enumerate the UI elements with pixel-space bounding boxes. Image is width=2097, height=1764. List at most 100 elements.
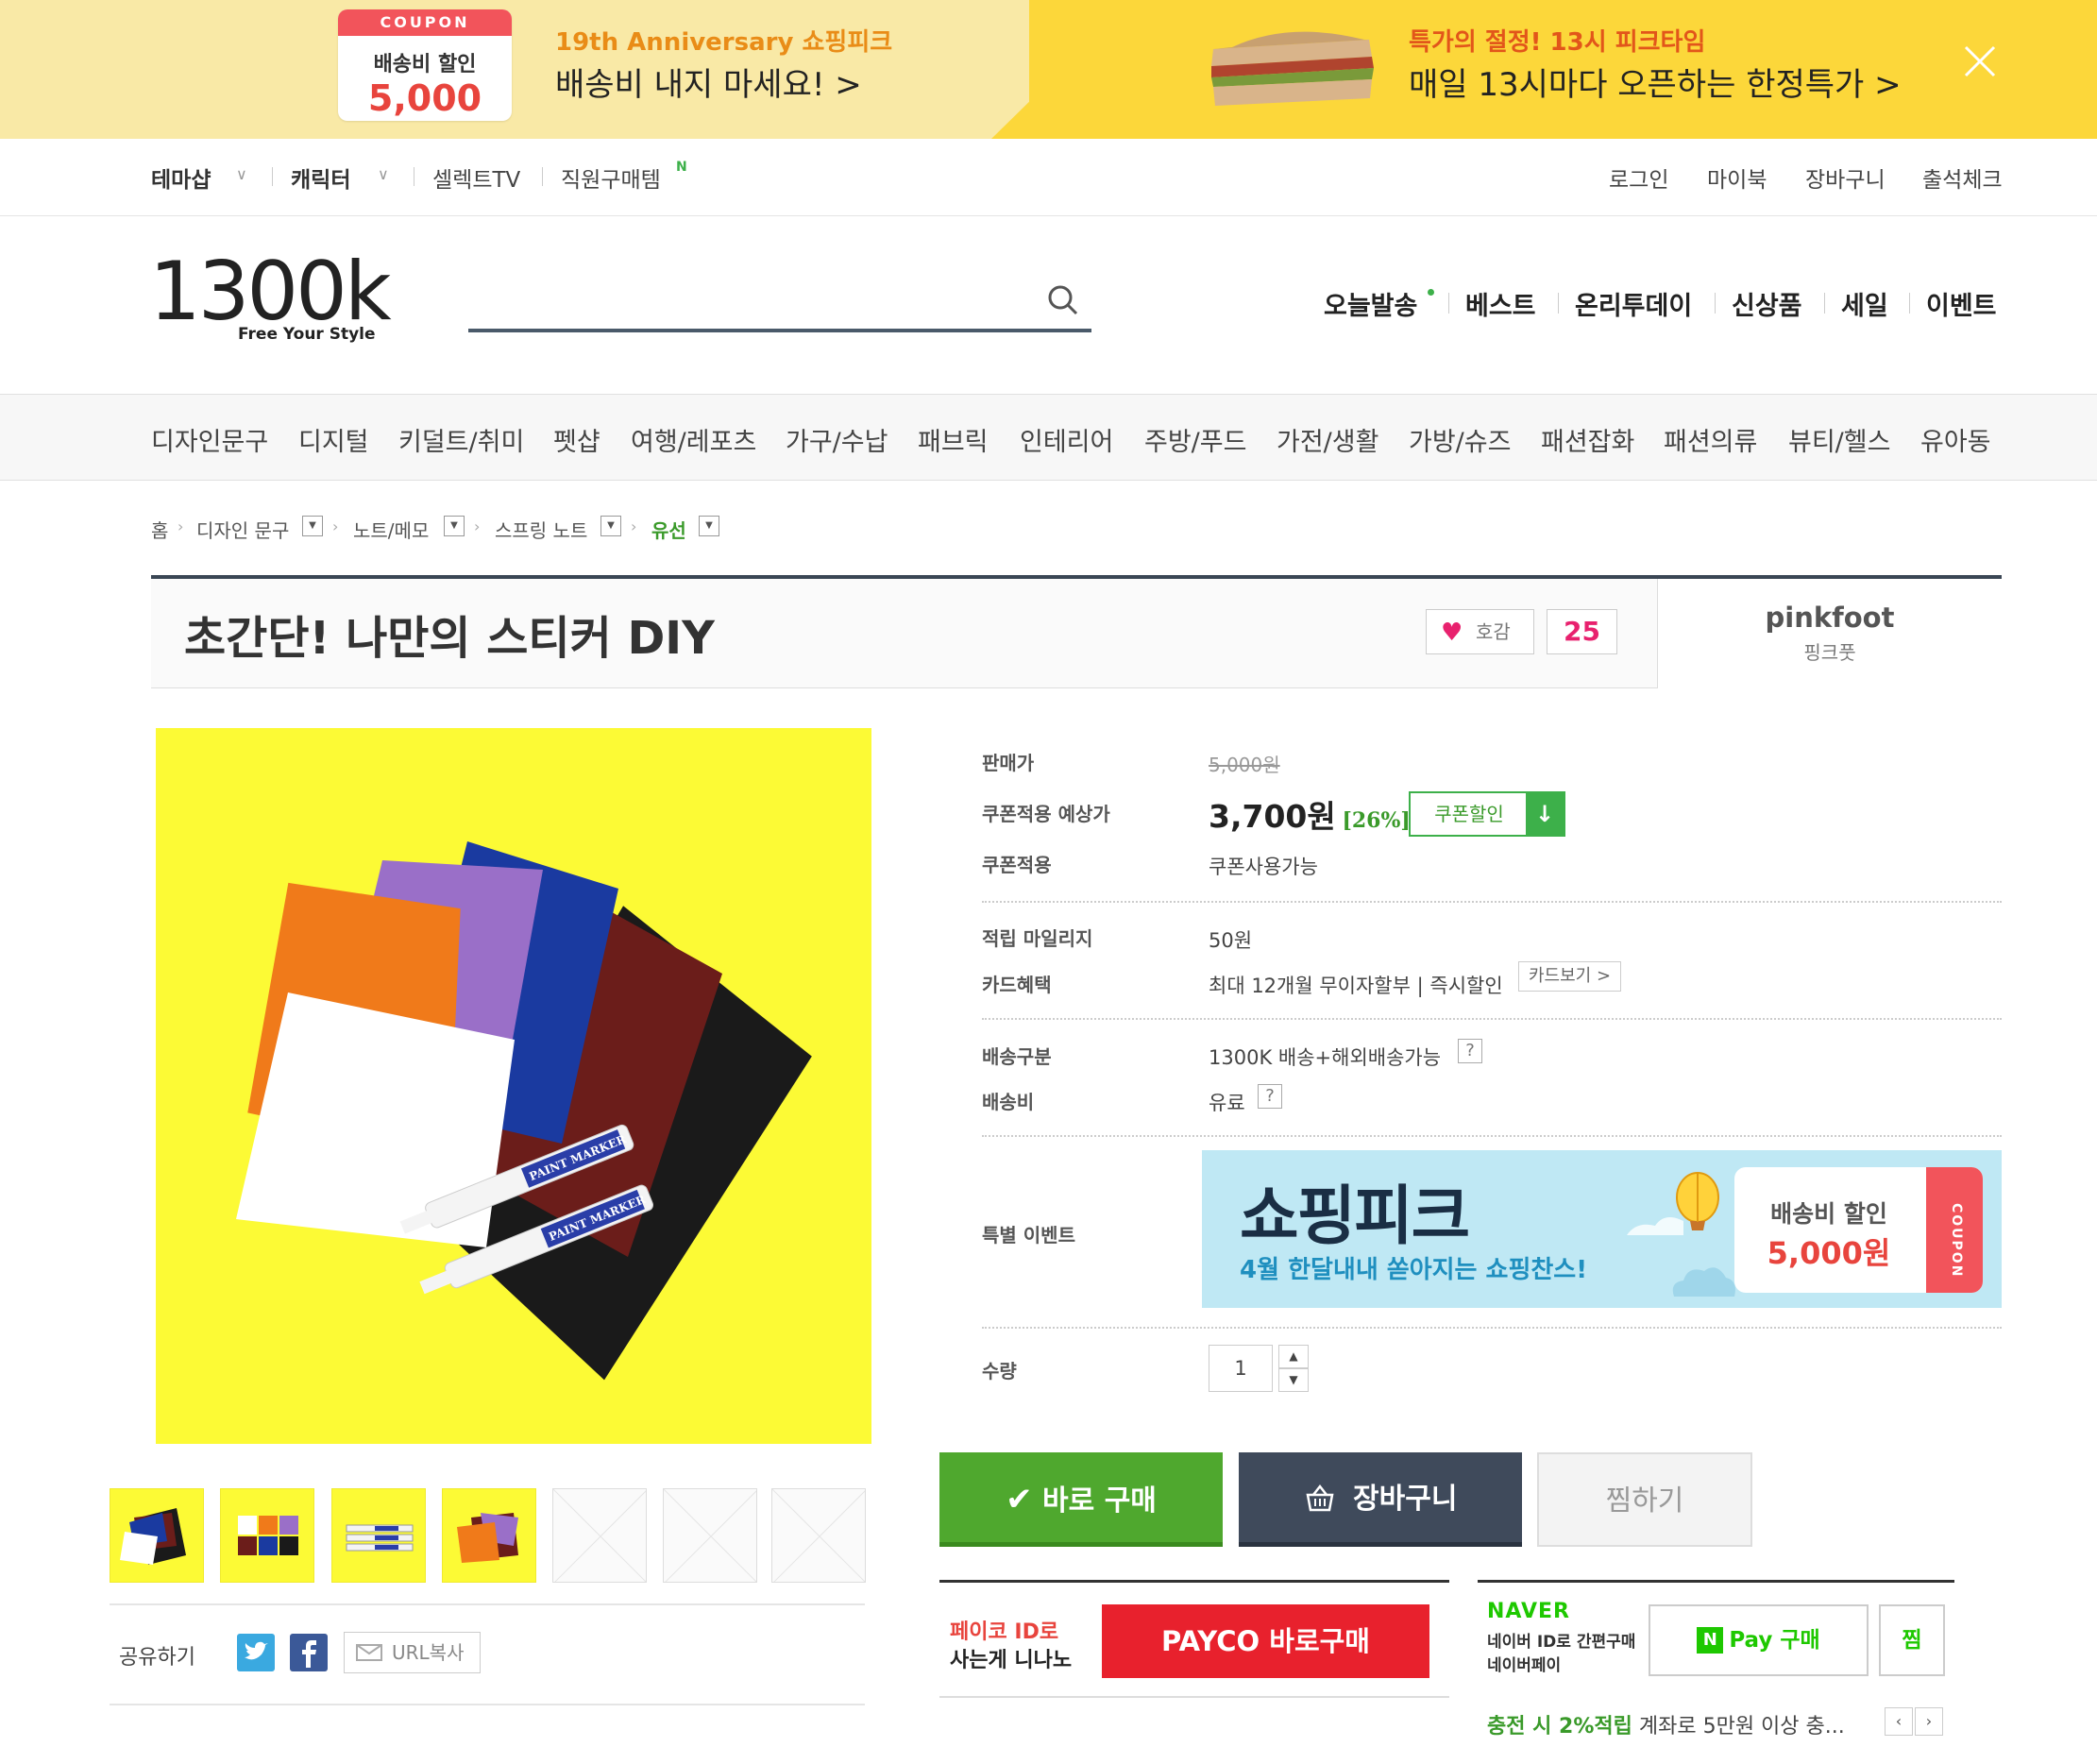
- help-icon[interactable]: ?: [1458, 1039, 1482, 1063]
- banner-left-sub: 19th Anniversary 쇼핑피크: [555, 28, 893, 57]
- quantity-down-icon[interactable]: ▼: [1278, 1368, 1309, 1392]
- search-bar: [468, 276, 1091, 332]
- naver-tagline-1: 네이버 ID로 간편구매: [1487, 1633, 1636, 1652]
- cat-fashion-wear[interactable]: 패션의류: [1664, 421, 1757, 458]
- event-subtitle: 4월 한달내내 쏟아지는 쇼핑찬스!: [1240, 1256, 1588, 1284]
- cat-petshop[interactable]: 펫샵: [553, 421, 600, 458]
- brand-name-en[interactable]: pinkfoot: [1658, 602, 2002, 634]
- nav-character[interactable]: 캐릭터: [291, 161, 350, 194]
- category-bar: 디자인문구 디지털 키덜트/취미 펫샵 여행/레포츠 가구/수납 패브릭 인테리…: [0, 394, 2097, 481]
- event-coupon-amount: 5,000원: [1767, 1235, 1891, 1271]
- wishlist-button[interactable]: 찜하기: [1537, 1452, 1752, 1547]
- divider: [1448, 293, 1449, 314]
- thumbnail-4[interactable]: [442, 1488, 536, 1583]
- chevron-right-icon: ›: [332, 517, 339, 535]
- like-label: 호감: [1476, 620, 1511, 643]
- chevron-down-icon[interactable]: ∨: [236, 165, 247, 183]
- nav-cart[interactable]: 장바구니: [1805, 161, 1886, 194]
- add-to-cart-button[interactable]: 장바구니: [1239, 1452, 1522, 1547]
- coupon-price: 3,700원: [1209, 798, 1336, 835]
- top-promo-banner[interactable]: COUPON 배송비 할인 5,000 19th Anniversary 쇼핑피…: [0, 0, 2097, 139]
- nav-theme-shop[interactable]: 테마샵: [151, 161, 211, 194]
- divider: [1478, 1580, 1954, 1583]
- card-view-button[interactable]: 카드보기 >: [1518, 961, 1622, 992]
- gnb-event[interactable]: 이벤트: [1926, 285, 1997, 322]
- twitter-icon[interactable]: [237, 1634, 275, 1671]
- coupon-download-button[interactable]: 쿠폰할인 ↓: [1409, 791, 1565, 837]
- utility-nav: 테마샵 ∨ 캐릭터 ∨ 셀렉트TV 직원구매템 N 로그인 마이북 장바구니 출…: [0, 139, 2097, 216]
- naver-pay-button[interactable]: N Pay 구매: [1649, 1604, 1869, 1676]
- cat-baby[interactable]: 유아동: [1920, 421, 1991, 458]
- nav-login[interactable]: 로그인: [1609, 161, 1668, 194]
- gnb-new[interactable]: 신상품: [1732, 285, 1802, 322]
- cat-fabric[interactable]: 패브릭: [918, 421, 989, 458]
- divider: [1824, 293, 1825, 314]
- chevron-down-icon[interactable]: ∨: [378, 165, 389, 183]
- naver-promo-text[interactable]: 충전 시 2%적립 계좌로 5만원 이상 충...: [1487, 1709, 1845, 1739]
- quantity-input[interactable]: [1209, 1345, 1273, 1392]
- divider: [982, 1018, 2002, 1020]
- cat-travel[interactable]: 여행/레포츠: [631, 421, 756, 458]
- coupon-title: 배송비 할인: [373, 53, 477, 76]
- cat-design-stationery[interactable]: 디자인문구: [151, 421, 268, 458]
- mileage-label: 적립 마일리지: [982, 927, 1093, 950]
- cat-digital[interactable]: 디지털: [298, 421, 369, 458]
- naver-promo-rest: 계좌로 5만원 이상 충...: [1632, 1715, 1845, 1739]
- coupon-apply-label: 쿠폰적용: [982, 854, 1052, 876]
- facebook-icon[interactable]: [290, 1634, 328, 1671]
- cat-bags[interactable]: 가방/슈즈: [1409, 421, 1511, 458]
- buy-now-button[interactable]: ✔ 바로 구매: [939, 1452, 1223, 1547]
- help-icon[interactable]: ?: [1258, 1084, 1282, 1109]
- banner-right-link[interactable]: 매일 13시마다 오픈하는 한정특가 >: [1409, 59, 1902, 105]
- sandwich-image: [1204, 11, 1378, 115]
- chevron-left-icon[interactable]: ‹: [1885, 1707, 1913, 1736]
- new-dot-icon: [1428, 289, 1434, 296]
- banner-left-link[interactable]: 배송비 내지 마세요! >: [555, 59, 862, 105]
- nav-attendance[interactable]: 출석체크: [1922, 161, 2003, 194]
- gnb-today-ship[interactable]: 오늘발송: [1324, 285, 1417, 322]
- nav-mybook[interactable]: 마이북: [1707, 161, 1767, 194]
- dropdown-arrow-icon[interactable]: ▼: [699, 516, 719, 536]
- coupon-head: COUPON: [338, 9, 512, 36]
- nav-select-tv[interactable]: 셀렉트TV: [432, 161, 520, 194]
- quantity-up-icon[interactable]: ▲: [1278, 1345, 1309, 1368]
- cat-furniture[interactable]: 가구/수납: [786, 421, 888, 458]
- product-main-image[interactable]: PAINT MARKER PAINT MARKER: [156, 728, 871, 1444]
- gnb-sale[interactable]: 세일: [1841, 285, 1888, 322]
- breadcrumb-level3[interactable]: 스프링 노트: [495, 516, 587, 543]
- cat-beauty[interactable]: 뷰티/헬스: [1788, 421, 1890, 458]
- thumbnail-empty: [552, 1488, 647, 1583]
- cat-interior[interactable]: 인테리어: [1020, 421, 1113, 458]
- url-copy-button[interactable]: URL복사: [344, 1632, 481, 1673]
- payco-buy-button[interactable]: PAYCO 바로구매: [1102, 1604, 1429, 1678]
- cat-appliance[interactable]: 가전/생활: [1277, 421, 1378, 458]
- breadcrumb-level2[interactable]: 노트/메모: [353, 516, 429, 543]
- naver-wish-button[interactable]: 찜: [1879, 1604, 1945, 1676]
- naver-pay-label: Pay 구매: [1729, 1628, 1820, 1653]
- thumbnail-2[interactable]: [220, 1488, 314, 1583]
- nav-staff-pick[interactable]: 직원구매템: [561, 161, 661, 194]
- chevron-right-icon[interactable]: ›: [1915, 1707, 1943, 1736]
- brand-box[interactable]: pinkfoot 핑크풋: [1657, 579, 2002, 688]
- breadcrumb-home[interactable]: 홈: [151, 516, 168, 543]
- thumbnail-1[interactable]: [110, 1488, 204, 1583]
- breadcrumb-level1[interactable]: 디자인 문구: [196, 516, 289, 543]
- search-input[interactable]: [468, 276, 1025, 325]
- dropdown-arrow-icon[interactable]: ▼: [600, 516, 621, 536]
- dropdown-arrow-icon[interactable]: ▼: [444, 516, 465, 536]
- cat-kidult[interactable]: 키덜트/취미: [398, 421, 524, 458]
- envelope-icon: [356, 1644, 382, 1661]
- thumbnail-3[interactable]: [331, 1488, 426, 1583]
- cat-kitchen[interactable]: 주방/푸드: [1144, 421, 1246, 458]
- site-logo[interactable]: 1300k: [149, 251, 392, 332]
- divider: [939, 1696, 1449, 1698]
- search-icon[interactable]: [1046, 283, 1080, 321]
- gnb-only-today[interactable]: 온리투데이: [1575, 285, 1692, 322]
- banner-close-icon[interactable]: [1956, 38, 2004, 85]
- breadcrumb-current[interactable]: 유선: [651, 516, 686, 543]
- shopping-peak-banner[interactable]: 쇼핑피크 4월 한달내내 쏟아지는 쇼핑찬스! 배송비 할인 5,000원 CO…: [1202, 1150, 2002, 1308]
- gnb-best[interactable]: 베스트: [1465, 285, 1536, 322]
- shipping-fee-label: 배송비: [982, 1091, 1035, 1113]
- cat-fashion-goods[interactable]: 패션잡화: [1541, 421, 1634, 458]
- dropdown-arrow-icon[interactable]: ▼: [302, 516, 323, 536]
